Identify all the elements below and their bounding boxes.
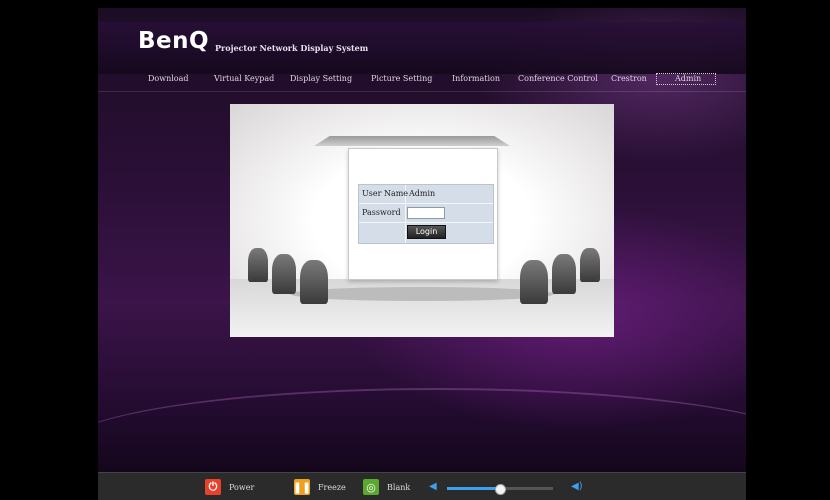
- login-form: User Name Admin Password Login: [358, 184, 494, 244]
- chairs-left: [240, 234, 360, 304]
- power-button[interactable]: ⏻ Power: [205, 479, 254, 495]
- chairs-right: [490, 234, 610, 304]
- nav-display-setting[interactable]: Display Setting: [290, 74, 352, 83]
- freeze-button[interactable]: ❚❚ Freeze: [292, 479, 346, 495]
- blank-button[interactable]: ◎ Blank: [363, 479, 410, 495]
- nav-divider: [98, 91, 746, 92]
- control-bar: ⏻ Power ❚❚ Freeze ◎ Blank ◀ ◀): [98, 472, 746, 500]
- volume-down-icon[interactable]: ◀: [429, 481, 437, 492]
- login-row: Login: [359, 223, 493, 241]
- password-label: Password: [362, 208, 401, 217]
- conference-room-panel: User Name Admin Password Login: [230, 104, 614, 337]
- nav-crestron[interactable]: Crestron: [611, 74, 647, 83]
- freeze-label: Freeze: [318, 482, 346, 492]
- chair: [520, 260, 548, 304]
- nav-admin[interactable]: Admin: [656, 73, 717, 85]
- username-label: User Name: [362, 189, 409, 198]
- pause-icon: ❚❚: [292, 479, 312, 495]
- main-nav: Download Virtual Keypad Display Setting …: [98, 71, 746, 93]
- benq-logo: BenQ: [138, 28, 210, 54]
- username-row: User Name Admin: [359, 185, 493, 204]
- volume-fill: [447, 487, 500, 490]
- chair: [272, 254, 296, 294]
- nav-virtual-keypad[interactable]: Virtual Keypad: [214, 74, 274, 83]
- page-background: BenQ Projector Network Display System Do…: [98, 8, 746, 499]
- power-icon: ⏻: [205, 479, 221, 495]
- blank-icon: ◎: [363, 479, 379, 495]
- chair: [300, 260, 328, 304]
- volume-slider-knob[interactable]: [495, 484, 506, 495]
- page-subtitle: Projector Network Display System: [215, 43, 369, 53]
- chair: [248, 248, 268, 282]
- blank-label: Blank: [387, 482, 411, 492]
- password-row: Password: [359, 204, 493, 223]
- nav-conference-control[interactable]: Conference Control: [518, 74, 598, 83]
- nav-download[interactable]: Download: [148, 74, 189, 83]
- power-label: Power: [229, 482, 255, 492]
- volume-up-icon[interactable]: ◀): [571, 481, 583, 492]
- password-input[interactable]: [407, 207, 445, 219]
- ceiling-fixture: [314, 136, 510, 146]
- login-button[interactable]: Login: [407, 225, 446, 239]
- username-value: Admin: [409, 189, 436, 198]
- chair: [580, 248, 600, 282]
- volume-slider[interactable]: [447, 484, 553, 495]
- nav-picture-setting[interactable]: Picture Setting: [371, 74, 432, 83]
- nav-information[interactable]: Information: [452, 74, 500, 83]
- chair: [552, 254, 576, 294]
